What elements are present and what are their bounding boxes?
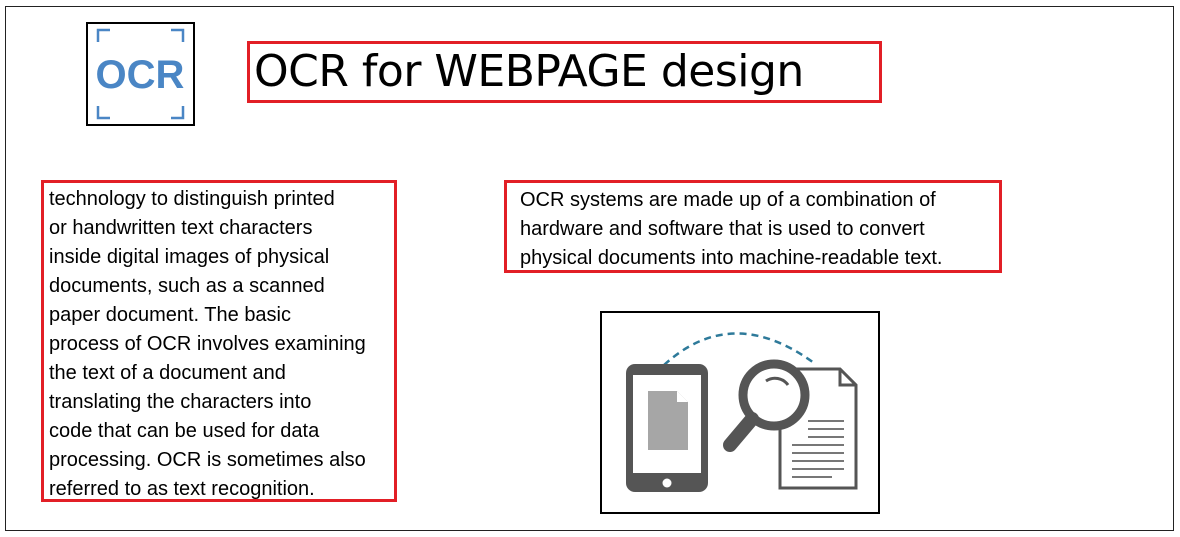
title-box: OCR for WEBPAGE design: [247, 41, 882, 103]
tablet-icon: [626, 364, 708, 492]
ocr-illustration-graphic: [626, 332, 858, 492]
right-paragraph: OCR systems are made up of a combination…: [520, 189, 943, 269]
logo-text: OCR: [96, 53, 185, 97]
right-text-box: OCR systems are made up of a combination…: [504, 180, 1002, 273]
ocr-logo: OCR: [86, 22, 195, 126]
ocr-logo-graphic: OCR: [96, 28, 185, 120]
ocr-illustration: [600, 311, 880, 514]
left-paragraph: technology to distinguish printed or han…: [49, 188, 366, 500]
transfer-arc-icon: [663, 332, 815, 366]
left-text-box: technology to distinguish printed or han…: [41, 180, 397, 502]
page-title: OCR for WEBPAGE design: [254, 46, 804, 97]
